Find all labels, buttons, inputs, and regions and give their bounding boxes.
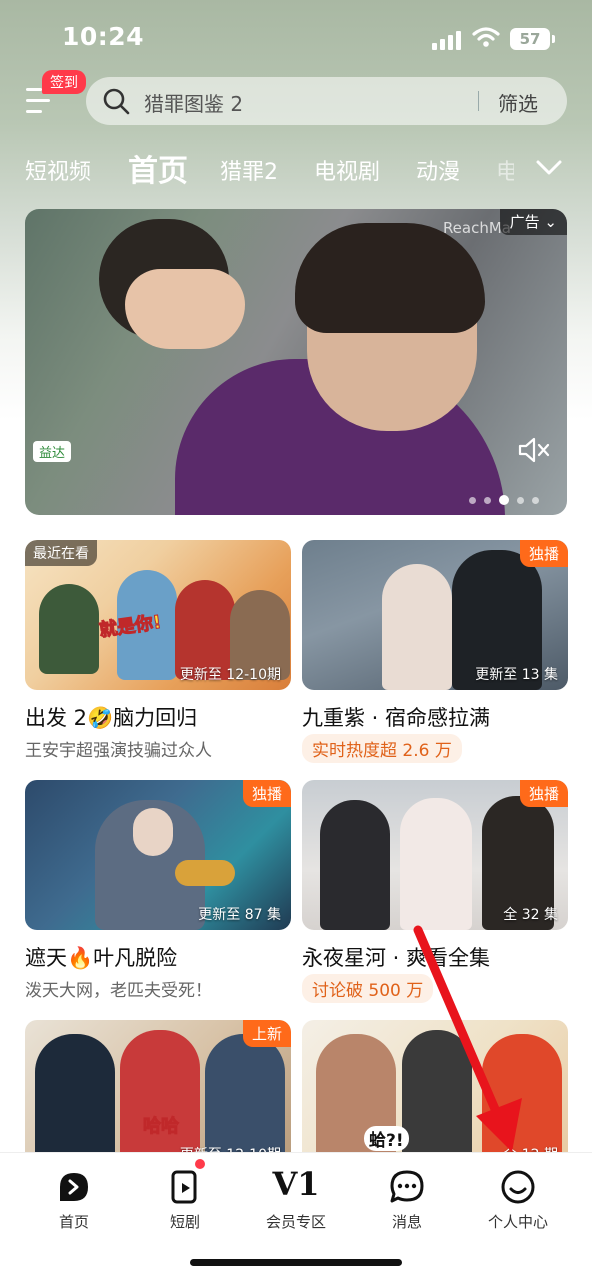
update-status: 更新至 13 集 xyxy=(475,667,558,683)
nav-profile-label: 个人中心 xyxy=(487,1213,548,1231)
carousel-dots xyxy=(461,489,539,508)
search-bar[interactable]: 猎罪图鉴 2 筛选 xyxy=(86,77,567,125)
thumb-overlay-text: 蛤?! xyxy=(364,1126,409,1151)
tab-tv-series[interactable]: 电视剧 xyxy=(314,154,380,186)
video-thumbnail: 独播 更新至 87 集 xyxy=(25,780,291,930)
exclusive-badge: 独播 xyxy=(242,780,291,807)
filter-button[interactable]: 筛选 xyxy=(498,88,538,117)
nav-home-label: 首页 xyxy=(58,1213,89,1231)
video-thumbnail: 独播 更新至 13 集 xyxy=(302,540,568,690)
cellular-signal-icon xyxy=(432,30,464,50)
thumb-overlay-text: 哈哈 xyxy=(143,1116,180,1138)
ad-label[interactable]: 广告 ⌄ xyxy=(499,209,567,235)
banner-logo: 益达 xyxy=(33,441,72,462)
card-title: 遮天🔥叶凡脱险 xyxy=(25,946,178,970)
banner-figure-hair xyxy=(295,223,485,333)
card-title: 永夜星河 · 爽看全集 xyxy=(302,946,491,970)
video-thumbnail: 哈哈 上新 更新至 12-10期 xyxy=(25,1020,291,1170)
search-input[interactable]: 猎罪图鉴 2 xyxy=(144,88,243,117)
nav-short-drama-label: 短剧 xyxy=(169,1213,200,1231)
signin-badge[interactable]: 签到 xyxy=(42,70,86,94)
home-indicator xyxy=(190,1259,402,1266)
video-thumbnail: 蛤?! 全 12 期 xyxy=(302,1020,568,1170)
nav-profile[interactable]: 个人中心 xyxy=(468,1153,568,1243)
chevron-down-icon[interactable] xyxy=(534,154,564,180)
update-status: 更新至 87 集 xyxy=(198,907,281,923)
tab-anime[interactable]: 动漫 xyxy=(416,154,460,186)
update-status: 全 32 集 xyxy=(503,907,558,923)
notification-dot xyxy=(195,1159,205,1169)
card-title: 九重紫 · 宿命感拉满 xyxy=(302,706,491,730)
nav-home[interactable]: 首页 xyxy=(24,1153,124,1243)
mute-icon[interactable] xyxy=(517,435,551,465)
nav-short-drama[interactable]: 短剧 xyxy=(135,1153,235,1243)
ad-banner[interactable]: 益达 ReachMa 广告 ⌄ xyxy=(25,209,567,515)
search-icon xyxy=(103,88,130,115)
discussion-badge: 讨论破 500 万 xyxy=(302,974,434,1003)
card-subtitle: 王安宇超强演技骗过众人 xyxy=(25,741,212,761)
exclusive-badge: 独播 xyxy=(519,540,568,567)
search-divider xyxy=(478,91,479,111)
tab-short-video[interactable]: 短视频 xyxy=(25,154,91,186)
nav-vip-zone[interactable]: V1 会员专区 xyxy=(246,1153,346,1243)
heat-badge: 实时热度超 2.6 万 xyxy=(302,734,462,763)
status-time: 10:24 xyxy=(62,22,145,51)
tab-partial[interactable]: 电 xyxy=(496,154,514,186)
message-icon xyxy=(390,1170,424,1203)
new-badge: 上新 xyxy=(242,1020,291,1047)
recently-watched-tag: 最近在看 xyxy=(25,540,97,566)
nav-messages[interactable]: 消息 xyxy=(357,1153,457,1243)
status-bar: 10:24 57 xyxy=(0,0,592,80)
ad-label-text: 广告 xyxy=(509,213,540,231)
vip-icon: V1 xyxy=(272,1165,320,1203)
home-play-icon xyxy=(60,1173,88,1201)
video-thumbnail: 独播 全 32 集 xyxy=(302,780,568,930)
short-drama-icon xyxy=(171,1170,197,1204)
video-thumbnail: 就是你! 最近在看 更新至 12-10期 xyxy=(25,540,291,690)
battery-icon: 57 xyxy=(510,28,555,50)
wifi-icon xyxy=(472,27,500,47)
card-subtitle: 泼天大网，老匹夫受死！ xyxy=(25,981,212,1001)
tab-home[interactable]: 首页 xyxy=(128,146,188,190)
nav-messages-label: 消息 xyxy=(391,1213,422,1231)
tab-hunting-crime-2[interactable]: 猎罪2 xyxy=(220,154,278,186)
nav-vip-zone-label: 会员专区 xyxy=(265,1213,326,1231)
update-status: 更新至 12-10期 xyxy=(179,667,281,683)
exclusive-badge: 独播 xyxy=(519,780,568,807)
category-tabs: 短视频 首页 猎罪2 电视剧 动漫 电 xyxy=(0,140,592,196)
banner-doll-face xyxy=(125,269,245,349)
profile-smile-icon xyxy=(501,1170,535,1204)
card-title: 出发 2🤣脑力回归 xyxy=(25,706,198,730)
